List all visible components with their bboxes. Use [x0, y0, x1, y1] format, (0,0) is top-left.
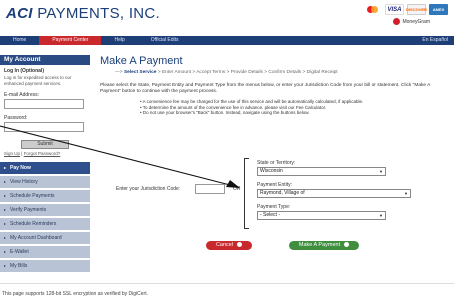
login-heading: Log In (Optional)	[4, 68, 44, 74]
password-field[interactable]	[4, 122, 84, 132]
sidebar-item-schedule-reminders[interactable]: Schedule Reminders	[0, 218, 90, 230]
sidebar-item-view-history[interactable]: View History	[0, 176, 90, 188]
amex-icon: AMEX	[429, 4, 448, 15]
make-payment-button[interactable]: Make A Payment	[289, 241, 359, 250]
footer-divider	[0, 283, 454, 284]
login-description: Log in for expedited access to our enhan…	[4, 75, 72, 86]
sidebar-item-verify-payments[interactable]: Verify Payments	[0, 204, 90, 216]
jurisdiction-label: Enter your Jurisdiction Code:	[116, 186, 181, 192]
bullet-back: • Do not use your browser's "Back" butto…	[140, 110, 310, 115]
step-digital-receipt: Digital Receipt	[306, 70, 338, 75]
sidebar: My Account Log In (Optional) Log in for …	[0, 55, 90, 280]
sidebar-title: My Account	[0, 55, 90, 65]
instructions: Please select the State, Payment Entity …	[100, 83, 431, 94]
main-content: Make A Payment —> Select Service > Enter…	[100, 55, 450, 116]
make-payment-label: Make A Payment	[298, 242, 341, 248]
main-nav: Home Payment Center Help Official Edits …	[0, 36, 454, 45]
type-select[interactable]: - Select - ▼	[257, 211, 386, 220]
discover-icon: DISCOVER	[406, 4, 427, 15]
forgot-password-link[interactable]: Forgot Password?	[24, 151, 61, 156]
entity-label: Payment Entity:	[257, 182, 293, 188]
state-select-value: Wisconsin	[260, 168, 283, 174]
sidebar-item-e-wallet[interactable]: E-Wallet	[0, 246, 90, 258]
moneygram-icon	[393, 18, 401, 25]
state-select[interactable]: Wisconsin ▼	[257, 167, 386, 176]
step-accept-terms: Accept Terms	[196, 70, 226, 75]
step-enter-amount: Enter Amount	[161, 70, 192, 75]
sidebar-item-schedule-payments[interactable]: Schedule Payments	[0, 190, 90, 202]
entity-select-value: Raymond, Village of	[260, 190, 305, 196]
step-provide-details: Provide Details	[230, 70, 263, 75]
step-arrow-icon: —>	[115, 70, 124, 75]
entity-select[interactable]: Raymond, Village of ▼	[257, 189, 411, 198]
footer-text: This page supports 128-bit SSL encryptio…	[2, 291, 148, 297]
cancel-label: Cancel	[215, 242, 234, 248]
nav-help[interactable]: Help	[101, 36, 137, 45]
cancel-button[interactable]: Cancel	[206, 241, 252, 250]
sidebar-item-pay-now[interactable]: Pay Now	[0, 162, 90, 174]
chevron-down-icon: ▼	[379, 169, 383, 174]
type-label: Payment Type:	[257, 204, 291, 210]
sidebar-item-my-bills[interactable]: My Bills	[0, 260, 90, 272]
step-confirm-details: Confirm Details	[268, 70, 302, 75]
nav-payment-center[interactable]: Payment Center	[39, 36, 102, 45]
logo-aci-text: ACI	[6, 5, 33, 22]
site-header: ACI PAYMENTS, INC. VISA DISCOVER AMEX Mo…	[0, 0, 454, 32]
state-label: State or Territory:	[257, 160, 296, 166]
signup-link[interactable]: Sign Up	[4, 151, 20, 156]
jurisdiction-code-input[interactable]	[195, 184, 225, 194]
email-label: E-mail Address:	[4, 92, 40, 98]
aci-logo[interactable]: ACI PAYMENTS, INC.	[6, 5, 160, 22]
nav-official-edits[interactable]: Official Edits	[138, 36, 192, 45]
chevron-down-icon: ▼	[404, 191, 408, 196]
page-title: Make A Payment	[100, 55, 183, 67]
submit-button[interactable]: Submit	[21, 140, 69, 149]
step-breadcrumb: —> Select Service > Enter Amount > Accep…	[115, 70, 338, 75]
logo-rest-text: PAYMENTS, INC.	[32, 5, 161, 22]
moneygram-text: MoneyGram	[402, 18, 430, 25]
moneygram-logo: MoneyGram	[393, 18, 430, 25]
notice-bullets: • A convenience fee may be charged for t…	[140, 99, 450, 116]
sidebar-item-dashboard[interactable]: My Account Dashboard	[0, 232, 90, 244]
button-dot-icon	[344, 242, 350, 248]
sidebar-menu: Pay Now View History Schedule Payments V…	[0, 162, 90, 272]
selection-bracket	[244, 158, 249, 229]
mastercard-icon	[363, 4, 382, 15]
chevron-down-icon: ▼	[379, 213, 383, 218]
account-links: Sign Up | Forgot Password?	[4, 151, 61, 156]
visa-icon: VISA	[385, 4, 404, 15]
nav-espanol[interactable]: En Español	[422, 36, 448, 45]
card-logos: VISA DISCOVER AMEX	[363, 4, 448, 15]
nav-home[interactable]: Home	[0, 36, 39, 45]
password-label: Password:	[4, 115, 28, 121]
or-label: OR	[233, 186, 241, 192]
type-select-value: - Select -	[260, 212, 281, 218]
button-dot-icon	[237, 242, 243, 248]
email-field[interactable]	[4, 99, 84, 109]
step-select-service: Select Service	[123, 70, 157, 75]
